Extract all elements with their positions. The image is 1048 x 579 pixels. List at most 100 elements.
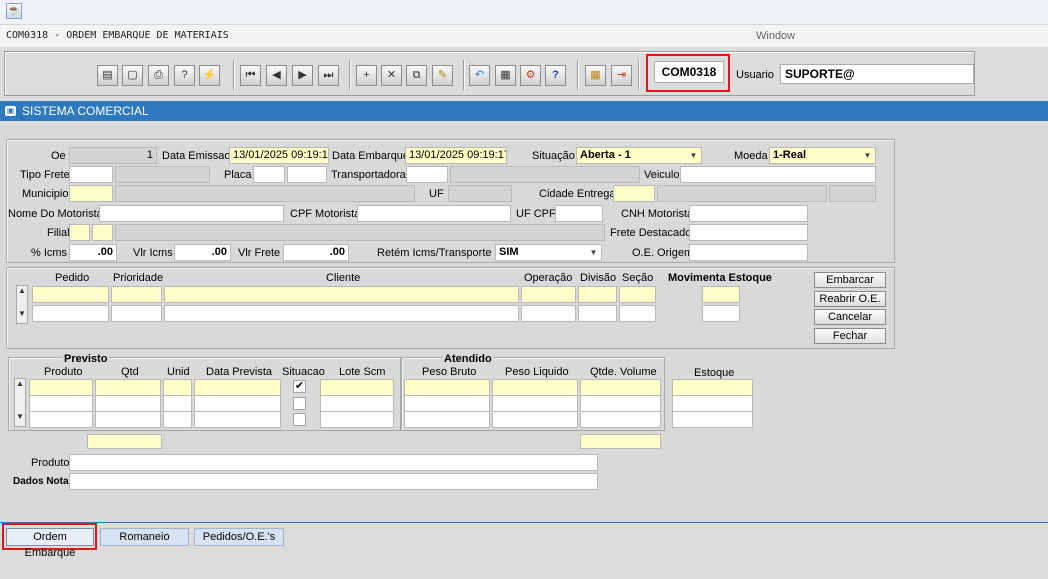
- data-embarque-field[interactable]: 13/01/2025 09:19:17: [405, 147, 507, 164]
- chevron-down-icon[interactable]: ▼: [687, 149, 700, 162]
- divisao-cell[interactable]: [578, 286, 617, 303]
- qtde-volume-cell[interactable]: [580, 395, 661, 412]
- lote-scm-cell[interactable]: [320, 379, 394, 396]
- data-prevista-cell[interactable]: [194, 395, 281, 412]
- clipboard-icon[interactable]: ▦: [495, 65, 516, 86]
- insert-record-icon[interactable]: +: [356, 65, 377, 86]
- cliente-cell[interactable]: [164, 286, 519, 303]
- last-record-icon[interactable]: ⏭: [318, 65, 339, 86]
- movimenta-estoque-cell[interactable]: [702, 305, 740, 322]
- veiculo-field[interactable]: [680, 166, 876, 183]
- situacao-checkbox[interactable]: [293, 413, 306, 426]
- query-icon[interactable]: ?: [174, 65, 195, 86]
- save-icon[interactable]: ▤: [97, 65, 118, 86]
- cidade-entrega-code-field[interactable]: [613, 185, 655, 202]
- lote-scm-cell[interactable]: [320, 411, 394, 428]
- secao-cell[interactable]: [619, 286, 656, 303]
- unid-cell[interactable]: [163, 411, 192, 428]
- retem-select[interactable]: SIM ▼: [495, 244, 602, 261]
- operacao-cell[interactable]: [521, 305, 576, 322]
- next-record-icon[interactable]: ▶: [292, 65, 313, 86]
- peso-bruto-cell[interactable]: [404, 379, 490, 396]
- placa-uf-field[interactable]: [253, 166, 285, 183]
- vlr-icms-field[interactable]: .00: [174, 244, 231, 261]
- data-prevista-cell[interactable]: [194, 411, 281, 428]
- produto-cell[interactable]: [29, 395, 93, 412]
- filial-sub-field[interactable]: [92, 224, 113, 241]
- cliente-cell[interactable]: [164, 305, 519, 322]
- qtde-volume-cell[interactable]: [580, 379, 661, 396]
- unid-cell[interactable]: [163, 379, 192, 396]
- frete-destacado-field[interactable]: [689, 224, 808, 241]
- icms-field[interactable]: .00: [69, 244, 117, 261]
- estoque-cell[interactable]: [672, 395, 753, 412]
- window-menu[interactable]: Window: [756, 30, 795, 42]
- qtd-cell[interactable]: [95, 395, 161, 412]
- moeda-select[interactable]: 1-Real ▼: [769, 147, 876, 164]
- pedido-cell[interactable]: [32, 286, 109, 303]
- peso-liquido-cell[interactable]: [492, 411, 578, 428]
- scroll-down-icon[interactable]: ▼: [15, 412, 25, 421]
- cpf-motorista-field[interactable]: [357, 205, 511, 222]
- window-icon[interactable]: ▢: [122, 65, 143, 86]
- nome-motorista-field[interactable]: [99, 205, 284, 222]
- clear-icon[interactable]: ✎: [432, 65, 453, 86]
- cancelar-button[interactable]: Cancelar: [814, 309, 886, 325]
- tools-icon[interactable]: ⚙: [520, 65, 541, 86]
- municipio-code-field[interactable]: [69, 185, 113, 202]
- vlr-frete-field[interactable]: .00: [283, 244, 349, 261]
- situacao-select[interactable]: Aberta - 1 ▼: [576, 147, 702, 164]
- chevron-down-icon[interactable]: ▼: [861, 149, 874, 162]
- itens-scrollbar[interactable]: ▲ ▼: [14, 378, 26, 427]
- previous-record-icon[interactable]: ◀: [266, 65, 287, 86]
- tipo-frete-field[interactable]: [69, 166, 113, 183]
- lote-scm-cell[interactable]: [320, 395, 394, 412]
- chevron-down-icon[interactable]: ▼: [587, 246, 600, 259]
- fechar-button[interactable]: Fechar: [814, 328, 886, 344]
- divisao-cell[interactable]: [578, 305, 617, 322]
- undo-icon[interactable]: ↶: [469, 65, 490, 86]
- exit-icon[interactable]: ⇥: [611, 65, 632, 86]
- prioridade-cell[interactable]: [111, 286, 162, 303]
- operacao-cell[interactable]: [521, 286, 576, 303]
- help-icon[interactable]: ?: [545, 65, 566, 86]
- qtd-cell[interactable]: [95, 411, 161, 428]
- estoque-cell[interactable]: [672, 411, 753, 428]
- scroll-down-icon[interactable]: ▼: [17, 309, 27, 318]
- cnh-motorista-field[interactable]: [689, 205, 808, 222]
- unid-cell[interactable]: [163, 395, 192, 412]
- print-icon[interactable]: ⎙: [148, 65, 169, 86]
- qtd-cell[interactable]: [95, 379, 161, 396]
- tab-romaneio[interactable]: Romaneio: [100, 528, 189, 546]
- pedidos-scrollbar[interactable]: ▲ ▼: [16, 285, 28, 324]
- secao-cell[interactable]: [619, 305, 656, 322]
- estoque-cell[interactable]: [672, 379, 753, 396]
- tab-ordem-embarque[interactable]: Ordem Embarque: [6, 528, 94, 559]
- data-prevista-cell[interactable]: [194, 379, 281, 396]
- prioridade-cell[interactable]: [111, 305, 162, 322]
- produto-cell[interactable]: [29, 379, 93, 396]
- scroll-up-icon[interactable]: ▲: [15, 379, 25, 388]
- scroll-up-icon[interactable]: ▲: [17, 286, 27, 295]
- situacao-checkbox[interactable]: ✔: [293, 380, 306, 393]
- delete-record-icon[interactable]: ✕: [381, 65, 402, 86]
- peso-liquido-cell[interactable]: [492, 395, 578, 412]
- peso-bruto-cell[interactable]: [404, 411, 490, 428]
- placa-field[interactable]: [287, 166, 327, 183]
- peso-bruto-cell[interactable]: [404, 395, 490, 412]
- oe-origem-field[interactable]: [689, 244, 808, 261]
- movimenta-estoque-cell[interactable]: [702, 286, 740, 303]
- peso-liquido-cell[interactable]: [492, 379, 578, 396]
- menu-icon[interactable]: ▦: [585, 65, 606, 86]
- duplicate-record-icon[interactable]: ⧉: [406, 65, 427, 86]
- embarcar-button[interactable]: Embarcar: [814, 272, 886, 288]
- uf-cpf-field[interactable]: [555, 205, 603, 222]
- tab-pedidos-oes[interactable]: Pedidos/O.E.'s: [194, 528, 284, 546]
- transportadora-code-field[interactable]: [406, 166, 448, 183]
- situacao-checkbox[interactable]: [293, 397, 306, 410]
- produto-cell[interactable]: [29, 411, 93, 428]
- filial-code-field[interactable]: [69, 224, 90, 241]
- qtde-volume-cell[interactable]: [580, 411, 661, 428]
- reabrir-oe-button[interactable]: Reabrir O.E.: [814, 291, 886, 307]
- oe-field[interactable]: 1: [69, 147, 157, 164]
